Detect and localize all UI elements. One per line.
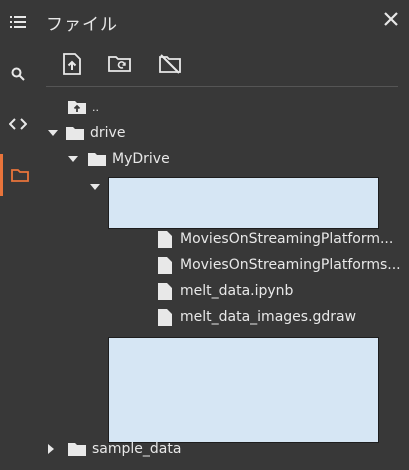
folder-icon (88, 153, 106, 166)
redacted-region (108, 177, 379, 229)
file-icon (158, 308, 172, 326)
code-snippets-button[interactable] (0, 106, 36, 142)
files-button[interactable] (0, 154, 36, 196)
tree-file[interactable]: MoviesOnStreamingPlatforms... (158, 253, 401, 277)
parent-folder-icon (68, 101, 86, 114)
file-name: melt_data_images.gdraw (180, 309, 357, 325)
caret-down-icon[interactable] (88, 180, 102, 194)
tree-item-label: sample_data (92, 441, 182, 457)
list-icon (10, 16, 26, 28)
redacted-region (108, 337, 379, 443)
folder-icon (66, 127, 84, 140)
file-icon (158, 282, 172, 300)
toolbar-divider (46, 86, 398, 87)
tree-item-label: .. (92, 100, 99, 114)
refresh-button[interactable] (106, 50, 134, 78)
refresh-folder-icon (108, 56, 131, 72)
file-name: MoviesOnStreamingPlatform... (180, 231, 394, 247)
tree-file[interactable]: MoviesOnStreamingPlatform... (158, 227, 393, 251)
search-icon (11, 67, 25, 81)
upload-button[interactable] (58, 50, 86, 78)
tree-item-redacted-folder[interactable] (88, 175, 102, 199)
tree-item-mydrive[interactable]: MyDrive (66, 147, 170, 171)
toc-button[interactable] (0, 4, 36, 40)
upload-icon (63, 53, 81, 75)
unmount-drive-button[interactable] (156, 50, 184, 78)
caret-right-icon[interactable] (44, 442, 58, 456)
tree-item-sample-data[interactable]: sample_data (44, 437, 181, 461)
caret-down-icon[interactable] (46, 126, 60, 140)
tree-file[interactable]: melt_data_images.gdraw (158, 305, 356, 329)
folder-icon (68, 443, 86, 456)
search-button[interactable] (0, 56, 36, 92)
file-icon (158, 256, 172, 274)
close-button[interactable] (380, 8, 402, 30)
file-name: melt_data.ipynb (180, 283, 294, 299)
activity-rail (0, 0, 36, 470)
unmount-drive-icon (159, 54, 181, 74)
code-icon (9, 118, 27, 130)
panel-title: ファイル (46, 15, 118, 35)
tree-item-label: drive (90, 125, 126, 141)
tree-item-label: MyDrive (112, 151, 170, 167)
file-name: MoviesOnStreamingPlatforms... (180, 257, 401, 273)
tree-item-drive[interactable]: drive (46, 121, 125, 145)
caret-down-icon[interactable] (66, 152, 80, 166)
file-icon (158, 230, 172, 248)
tree-file[interactable]: melt_data.ipynb (158, 279, 293, 303)
close-icon (384, 12, 398, 26)
folder-icon (10, 169, 29, 182)
tree-item-parent[interactable]: .. (68, 95, 99, 119)
